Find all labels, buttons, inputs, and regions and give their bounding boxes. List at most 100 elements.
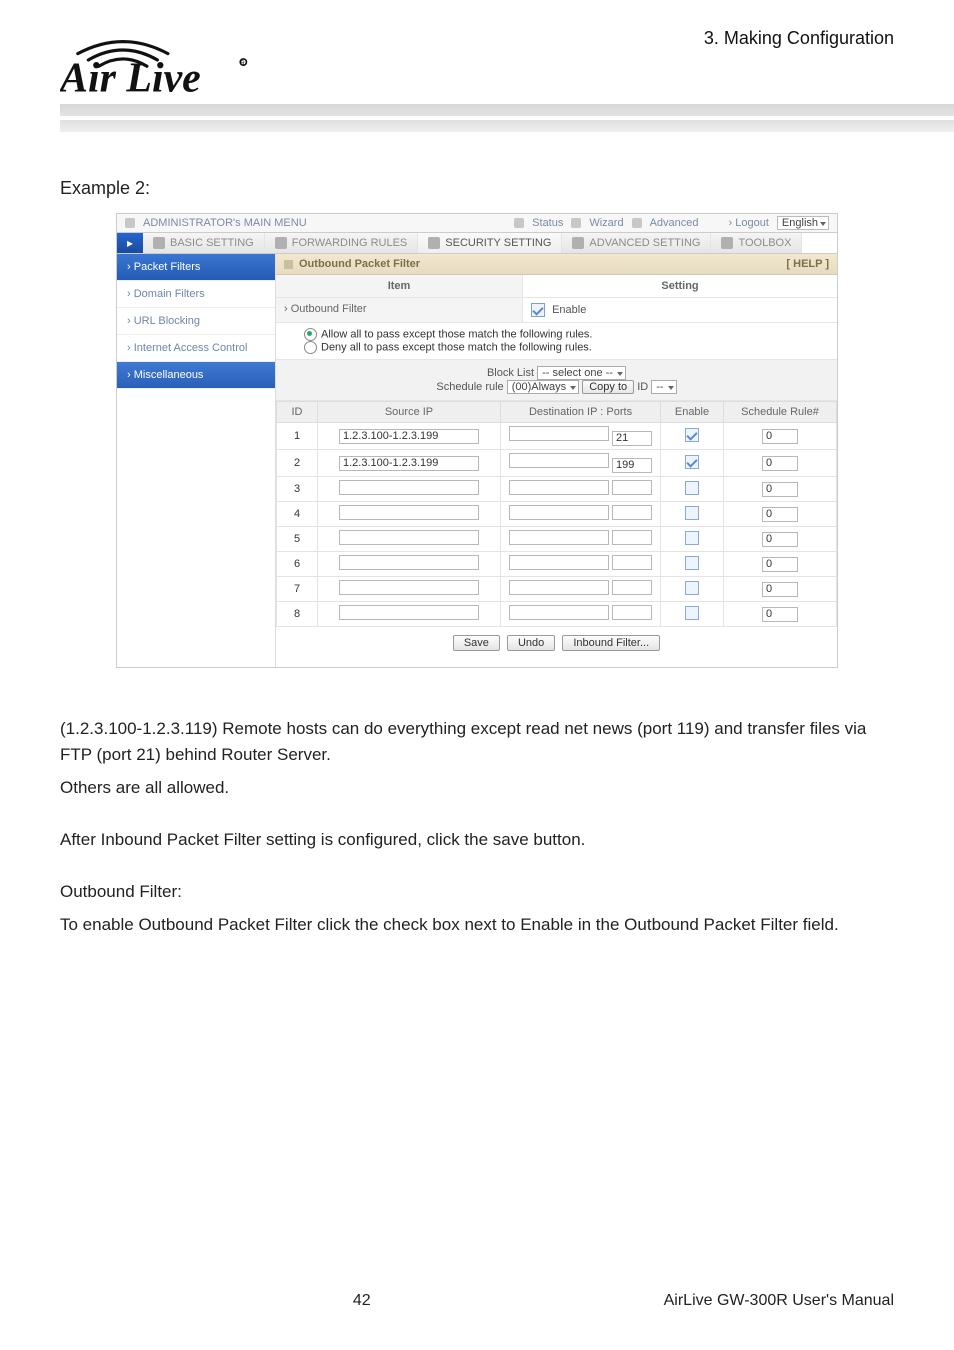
row-enable-checkbox[interactable] <box>685 581 699 595</box>
undo-button[interactable]: Undo <box>507 635 555 651</box>
dest-ip-input[interactable] <box>509 580 609 595</box>
dest-port-input[interactable] <box>612 480 652 495</box>
dest-port-input[interactable] <box>612 605 652 620</box>
airlive-logo: Air Live R <box>60 24 280 98</box>
dest-port-input[interactable]: 21 <box>612 431 652 446</box>
deny-label: Deny all to pass except those match the … <box>321 341 592 353</box>
panel-title: Outbound Packet Filter <box>299 258 420 270</box>
source-ip-input[interactable] <box>339 555 479 570</box>
block-list-select[interactable]: -- select one -- <box>537 366 626 380</box>
cell-id: 7 <box>277 577 318 602</box>
doc-paragraph-3: After Inbound Packet Filter setting is c… <box>60 827 894 853</box>
copy-to-button[interactable]: Copy to <box>582 380 634 394</box>
block-list-label: Block List <box>487 367 534 379</box>
schedule-rule-input[interactable]: 0 <box>762 557 798 572</box>
dest-ip-input[interactable] <box>509 505 609 520</box>
sidebar-item-internet-access-control[interactable]: › Internet Access Control <box>117 335 275 362</box>
topbar-status[interactable]: Status <box>532 217 563 229</box>
row-enable-checkbox[interactable] <box>685 428 699 442</box>
basic-icon <box>153 237 165 249</box>
enable-label: Enable <box>552 304 586 316</box>
dest-port-input[interactable] <box>612 505 652 520</box>
tab-security-setting[interactable]: SECURITY SETTING <box>418 233 562 253</box>
dest-port-input[interactable] <box>612 580 652 595</box>
save-button[interactable]: Save <box>453 635 500 651</box>
cell-id: 8 <box>277 602 318 627</box>
advanced-icon <box>632 218 642 228</box>
dest-port-input[interactable] <box>612 530 652 545</box>
router-admin-screenshot: ADMINISTRATOR's MAIN MENU Status Wizard … <box>116 213 838 668</box>
schedule-rule-input[interactable]: 0 <box>762 429 798 444</box>
dest-ip-input[interactable] <box>509 555 609 570</box>
topbar-logout[interactable]: › Logout <box>729 217 769 229</box>
deny-radio[interactable] <box>304 341 317 354</box>
dest-port-input[interactable] <box>612 555 652 570</box>
table-row: 3 0 <box>277 477 837 502</box>
schedule-rule-input[interactable]: 0 <box>762 582 798 597</box>
doc-paragraph-5: To enable Outbound Packet Filter click t… <box>60 912 894 938</box>
help-link[interactable]: [ HELP ] <box>786 258 829 270</box>
inbound-filter-button[interactable]: Inbound Filter... <box>562 635 660 651</box>
main-menu-label: ADMINISTRATOR's MAIN MENU <box>143 217 307 229</box>
schedule-rule-input[interactable]: 0 <box>762 482 798 497</box>
source-ip-input[interactable] <box>339 480 479 495</box>
cell-id: 3 <box>277 477 318 502</box>
sidebar-item-miscellaneous[interactable]: › Miscellaneous <box>117 362 275 389</box>
doc-paragraph-4: Outbound Filter: <box>60 879 894 905</box>
tab-forwarding-rules[interactable]: FORWARDING RULES <box>265 233 419 253</box>
th-sched: Schedule Rule# <box>724 402 837 423</box>
row-enable-checkbox[interactable] <box>685 531 699 545</box>
tab-toolbox[interactable]: TOOLBOX <box>711 233 802 253</box>
dest-ip-input[interactable] <box>509 453 609 468</box>
example-label: Example 2: <box>60 178 894 199</box>
sidebar-item-domain-filters[interactable]: › Domain Filters <box>117 281 275 308</box>
schedule-rule-input[interactable]: 0 <box>762 507 798 522</box>
source-ip-input[interactable] <box>339 530 479 545</box>
schedule-rule-select[interactable]: (00)Always <box>507 380 579 394</box>
row-enable-checkbox[interactable] <box>685 506 699 520</box>
source-ip-input[interactable] <box>339 580 479 595</box>
row-enable-checkbox[interactable] <box>685 455 699 469</box>
schedule-rule-input[interactable]: 0 <box>762 607 798 622</box>
source-ip-input[interactable]: 1.2.3.100-1.2.3.199 <box>339 429 479 444</box>
row-enable-checkbox[interactable] <box>685 606 699 620</box>
schedule-rule-input[interactable]: 0 <box>762 532 798 547</box>
source-ip-input[interactable] <box>339 505 479 520</box>
tab-basic-setting[interactable]: BASIC SETTING <box>143 233 265 253</box>
topbar-wizard[interactable]: Wizard <box>589 217 623 229</box>
table-row: 8 0 <box>277 602 837 627</box>
header-stripe <box>60 104 954 138</box>
sidebar-item-packet-filters[interactable]: › Packet Filters <box>117 254 275 281</box>
dest-ip-input[interactable] <box>509 530 609 545</box>
language-select[interactable]: English <box>777 216 829 230</box>
enable-checkbox[interactable] <box>531 303 545 317</box>
svg-text:Air Live: Air Live <box>60 55 201 98</box>
copy-to-id-select[interactable]: -- <box>651 380 676 394</box>
packet-filter-table: ID Source IP Destination IP : Ports Enab… <box>276 401 837 627</box>
column-header-item: Item <box>276 275 523 297</box>
dest-ip-input[interactable] <box>509 605 609 620</box>
panel-bullet-icon <box>284 260 293 269</box>
doc-paragraph-1: (1.2.3.100-1.2.3.119) Remote hosts can d… <box>60 716 894 769</box>
tabbar-lead-icon: ▸ <box>117 233 143 253</box>
manual-title: AirLive GW-300R User's Manual <box>664 1292 894 1310</box>
dest-port-input[interactable]: 199 <box>612 458 652 473</box>
dest-ip-input[interactable] <box>509 426 609 441</box>
tab-advanced-setting[interactable]: ADVANCED SETTING <box>562 233 711 253</box>
row-enable-checkbox[interactable] <box>685 556 699 570</box>
table-row: 21.2.3.100-1.2.3.199 1990 <box>277 450 837 477</box>
topbar-advanced[interactable]: Advanced <box>650 217 699 229</box>
chapter-title: 3. Making Configuration <box>704 24 894 49</box>
source-ip-input[interactable]: 1.2.3.100-1.2.3.199 <box>339 456 479 471</box>
row-enable-checkbox[interactable] <box>685 481 699 495</box>
source-ip-input[interactable] <box>339 605 479 620</box>
sidebar-item-url-blocking[interactable]: › URL Blocking <box>117 308 275 335</box>
allow-label: Allow all to pass except those match the… <box>321 328 592 340</box>
cell-id: 6 <box>277 552 318 577</box>
dest-ip-input[interactable] <box>509 480 609 495</box>
schedule-rule-input[interactable]: 0 <box>762 456 798 471</box>
status-icon <box>514 218 524 228</box>
allow-radio[interactable] <box>304 328 317 341</box>
doc-paragraph-2: Others are all allowed. <box>60 775 894 801</box>
forwarding-icon <box>275 237 287 249</box>
